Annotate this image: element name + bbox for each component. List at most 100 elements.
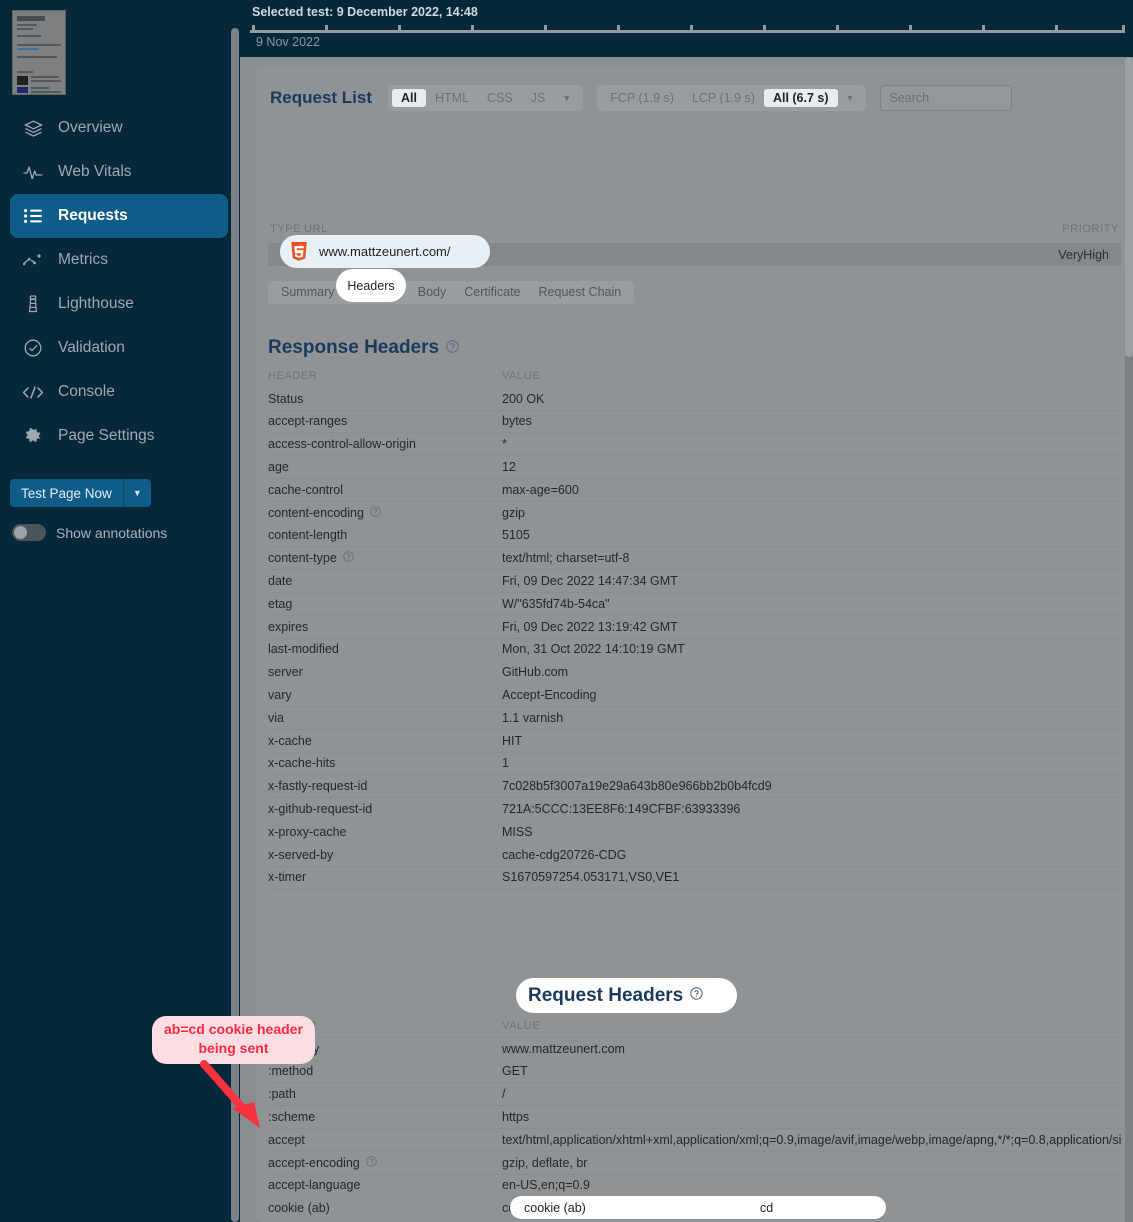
- question-circle-icon[interactable]: [446, 337, 459, 359]
- timeline-start-date: 9 Nov 2022: [256, 35, 320, 49]
- scrollbar-thumb[interactable]: [1125, 57, 1133, 357]
- header-name: content-encoding: [268, 506, 502, 520]
- type-filter-html[interactable]: HTML: [426, 89, 478, 108]
- scatter-icon: [22, 250, 44, 270]
- column-header-header: HEADER: [268, 369, 318, 382]
- table-row[interactable]: :authoritywww.mattzeunert.com: [268, 1038, 1121, 1061]
- sidebar-item-web-vitals[interactable]: Web Vitals: [10, 150, 228, 194]
- header-value: 12: [502, 460, 516, 475]
- header-name: x-timer: [268, 870, 307, 885]
- sidebar-item-validation[interactable]: Validation: [10, 326, 228, 370]
- table-row[interactable]: age 12: [268, 456, 1121, 479]
- table-row[interactable]: server GitHub.com: [268, 661, 1121, 685]
- sidebar-item-page-settings[interactable]: Page Settings: [10, 414, 228, 458]
- sidebar-item-label: Page Settings: [58, 427, 155, 445]
- sidebar-item-label: Web Vitals: [58, 163, 132, 181]
- header-name: expires: [268, 619, 309, 634]
- type-filter-all[interactable]: All: [392, 88, 427, 108]
- table-row[interactable]: x-github-request-id 721A:5CCC:13EE8F6:149…: [268, 798, 1121, 821]
- table-row[interactable]: expires Fri, 09 Dec 2022 13:19:42 GMT: [268, 616, 1121, 639]
- annotation-line-1: ab=cd cookie header: [164, 1021, 303, 1037]
- table-row[interactable]: content-length 5105: [268, 525, 1121, 548]
- table-row[interactable]: :scheme https: [268, 1106, 1121, 1129]
- table-row[interactable]: accept-language en-US,en;q=0.9: [268, 1175, 1121, 1198]
- search-input[interactable]: [880, 85, 1013, 111]
- type-filter-js[interactable]: JS: [522, 89, 555, 108]
- time-filter-chevron-down-icon[interactable]: ▼: [838, 93, 863, 103]
- time-filter-fcp[interactable]: FCP (1.9 s): [601, 89, 683, 108]
- question-circle-icon[interactable]: [365, 1155, 377, 1170]
- type-filter-css[interactable]: CSS: [478, 89, 522, 108]
- time-filter-all[interactable]: All (6.7 s): [763, 88, 838, 108]
- table-row[interactable]: x-cache-hits 1: [268, 753, 1121, 776]
- headers-tab-highlight[interactable]: Headers: [336, 269, 406, 302]
- header-name: x-served-by: [268, 847, 334, 862]
- header-name: age: [268, 460, 289, 475]
- table-row[interactable]: Status 200 OK: [268, 388, 1121, 411]
- header-value: text/html,application/xhtml+xml,applicat…: [502, 1132, 1121, 1147]
- header-name: date: [268, 574, 293, 589]
- chevron-down-icon[interactable]: ▼: [123, 479, 151, 507]
- table-row[interactable]: last-modified Mon, 31 Oct 2022 14:10:19 G…: [268, 639, 1121, 662]
- question-circle-icon[interactable]: [370, 505, 381, 520]
- sidebar-item-label: Console: [58, 383, 115, 401]
- page-screenshot-thumbnail[interactable]: [12, 10, 66, 95]
- table-row[interactable]: cache-control max-age=600: [268, 479, 1121, 502]
- header-value: HIT: [502, 733, 523, 748]
- sidebar-item-overview[interactable]: Overview: [10, 106, 228, 150]
- table-row[interactable]: x-fastly-request-id 7c028b5f3007a19e29a64…: [268, 775, 1121, 799]
- sidebar-item-label: Lighthouse: [58, 295, 134, 313]
- question-circle-icon[interactable]: [690, 986, 703, 1005]
- header-value: 200 OK: [502, 391, 545, 406]
- table-row[interactable]: accept-ranges bytes: [268, 411, 1121, 434]
- time-filter-lcp[interactable]: LCP (1.9 s): [683, 89, 764, 108]
- tab-body[interactable]: Body: [409, 283, 456, 302]
- table-row[interactable]: accept-encoding gzip, deflate, br: [268, 1152, 1121, 1175]
- table-row[interactable]: :method GET: [268, 1061, 1121, 1084]
- table-header-row: HEADER VALUE: [268, 1015, 1121, 1038]
- sidebar-item-requests[interactable]: Requests: [10, 194, 228, 238]
- header-value: GitHub.com: [502, 665, 568, 680]
- html5-icon: [290, 241, 308, 262]
- request-url-row-highlight[interactable]: www.mattzeunert.com/: [280, 235, 490, 268]
- show-annotations-toggle[interactable]: [12, 524, 46, 541]
- table-row[interactable]: x-proxy-cache MISS: [268, 821, 1121, 844]
- sidebar-item-label: Metrics: [58, 251, 108, 269]
- header-value: 7c028b5f3007a19e29a643b80e966bb2b0b4fcd9: [502, 779, 772, 794]
- main-scrollbar[interactable]: [1125, 57, 1133, 1222]
- table-row[interactable]: accept text/html,application/xhtml+xml,ap…: [268, 1129, 1121, 1152]
- sidebar-item-metrics[interactable]: Metrics: [10, 238, 228, 282]
- tab-request-chain[interactable]: Request Chain: [530, 283, 631, 302]
- header-value: W/"635fd74b-54ca": [502, 596, 610, 611]
- request-list-title: Request List: [270, 88, 373, 107]
- table-row[interactable]: etag W/"635fd74b-54ca": [268, 593, 1121, 616]
- table-row[interactable]: x-cache HIT: [268, 730, 1121, 753]
- header-value: 5105: [502, 528, 530, 543]
- test-history-timeline[interactable]: [250, 25, 1125, 33]
- table-row[interactable]: access-control-allow-origin *: [268, 433, 1121, 457]
- table-row[interactable]: x-timer S1670597254.053171,VS0,VE1: [268, 867, 1121, 890]
- table-row[interactable]: :path /: [268, 1083, 1121, 1107]
- sidebar-item-lighthouse[interactable]: Lighthouse: [10, 282, 228, 326]
- tab-certificate[interactable]: Certificate: [455, 283, 529, 302]
- table-row[interactable]: content-type text/html; charset=utf-8: [268, 547, 1121, 571]
- header-value: S1670597254.053171,VS0,VE1: [502, 870, 680, 885]
- table-row[interactable]: vary Accept-Encoding: [268, 684, 1121, 707]
- header-name: accept: [268, 1132, 305, 1147]
- table-row[interactable]: content-encoding gzip: [268, 502, 1121, 525]
- header-value: 721A:5CCC:13EE8F6:149CFBF:63933396: [502, 802, 741, 817]
- table-row[interactable]: x-served-by cache-cdg20726-CDG: [268, 844, 1121, 867]
- header-name: via: [268, 710, 284, 725]
- sidebar-item-label: Validation: [58, 339, 125, 357]
- test-page-now-button[interactable]: Test Page Now: [10, 479, 124, 507]
- question-circle-icon[interactable]: [343, 551, 354, 565]
- cookie-header-row-highlight[interactable]: cookie (ab) cd: [510, 1196, 886, 1219]
- table-row[interactable]: date Fri, 09 Dec 2022 14:47:34 GMT: [268, 570, 1121, 593]
- type-filter-group: All HTML CSS JS ▼: [388, 85, 584, 111]
- table-row[interactable]: via 1.1 varnish: [268, 707, 1121, 730]
- type-filter-chevron-down-icon[interactable]: ▼: [554, 93, 579, 103]
- sidebar-item-console[interactable]: Console: [10, 370, 228, 414]
- tab-summary[interactable]: Summary: [272, 283, 343, 302]
- header-name: content-type: [268, 551, 502, 565]
- pulse-icon: [22, 162, 44, 182]
